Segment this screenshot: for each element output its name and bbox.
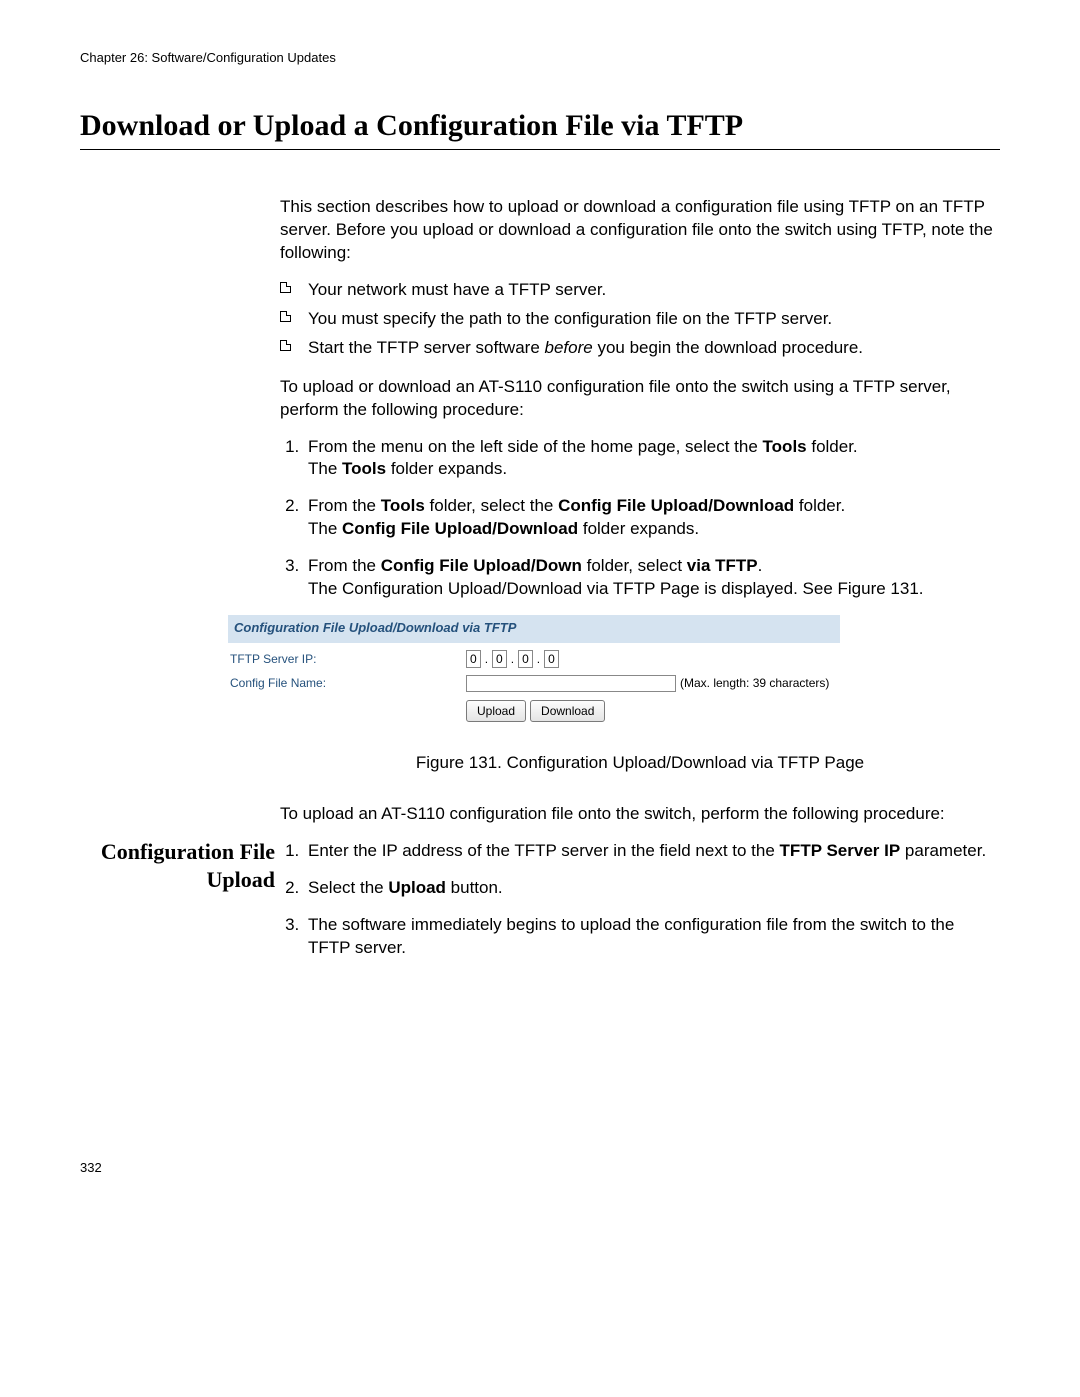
page-title: Download or Upload a Configuration File … <box>80 109 1000 150</box>
list-item: Your network must have a TFTP server. <box>280 279 1000 302</box>
download-button[interactable]: Download <box>530 700 605 722</box>
list-item-text: Start the TFTP server software before yo… <box>308 338 863 357</box>
step-item: From the menu on the left side of the ho… <box>304 436 1000 482</box>
page: Chapter 26: Software/Configuration Updat… <box>0 0 1080 1397</box>
step-item: From the Tools folder, select the Config… <box>304 495 1000 541</box>
dot-separator: . <box>485 652 488 666</box>
list-item-text: Your network must have a TFTP server. <box>308 280 606 299</box>
intro-paragraph: This section describes how to upload or … <box>280 196 1000 265</box>
upload-button[interactable]: Upload <box>466 700 526 722</box>
upload-intro: To upload an AT-S110 configuration file … <box>280 803 1000 826</box>
ip-octet-input[interactable]: 0 <box>466 650 481 668</box>
figure-body: TFTP Server IP: 0. 0. 0. 0 Config File Name… <box>228 643 840 734</box>
ip-octet-input[interactable]: 0 <box>544 650 559 668</box>
figure-header: Configuration File Upload/Download via T… <box>228 615 840 643</box>
dot-separator: . <box>511 652 514 666</box>
ip-input-group: 0. 0. 0. 0 <box>466 651 559 667</box>
list-item-text: You must specify the path to the configu… <box>308 309 832 328</box>
step-item: Enter the IP address of the TFTP server … <box>304 840 1000 863</box>
figure-row-ip: TFTP Server IP: 0. 0. 0. 0 <box>230 651 838 667</box>
chapter-header: Chapter 26: Software/Configuration Updat… <box>80 50 1000 65</box>
side-heading-config-upload: Configuration File Upload <box>80 838 275 893</box>
figure-button-row: Upload Download <box>466 700 838 722</box>
figure-screenshot: Configuration File Upload/Download via T… <box>228 615 840 734</box>
label-tftp-server-ip: TFTP Server IP: <box>230 651 466 667</box>
figure-row-filename: Config File Name: (Max. length: 39 chara… <box>230 675 838 692</box>
dot-separator: . <box>537 652 540 666</box>
figure-caption: Figure 131. Configuration Upload/Downloa… <box>280 752 1000 775</box>
step-item: Select the Upload button. <box>304 877 1000 900</box>
notes-list: Your network must have a TFTP server. Yo… <box>280 279 1000 360</box>
body-column: This section describes how to upload or … <box>280 196 1000 960</box>
procedure-list: From the menu on the left side of the ho… <box>280 436 1000 602</box>
label-config-file-name: Config File Name: <box>230 675 466 691</box>
page-number: 332 <box>80 1160 102 1175</box>
list-item: Start the TFTP server software before yo… <box>280 337 1000 360</box>
bullet-icon <box>280 340 291 351</box>
list-item: You must specify the path to the configu… <box>280 308 1000 331</box>
ip-octet-input[interactable]: 0 <box>492 650 507 668</box>
step-item: The software immediately begins to uploa… <box>304 914 1000 960</box>
upload-procedure-list: Enter the IP address of the TFTP server … <box>280 840 1000 960</box>
lead-paragraph: To upload or download an AT-S110 configu… <box>280 376 1000 422</box>
ip-octet-input[interactable]: 0 <box>518 650 533 668</box>
bullet-icon <box>280 282 291 293</box>
config-file-name-input[interactable] <box>466 675 676 692</box>
bullet-icon <box>280 311 291 322</box>
filename-hint: (Max. length: 39 characters) <box>680 675 829 691</box>
step-item: From the Config File Upload/Down folder,… <box>304 555 1000 601</box>
